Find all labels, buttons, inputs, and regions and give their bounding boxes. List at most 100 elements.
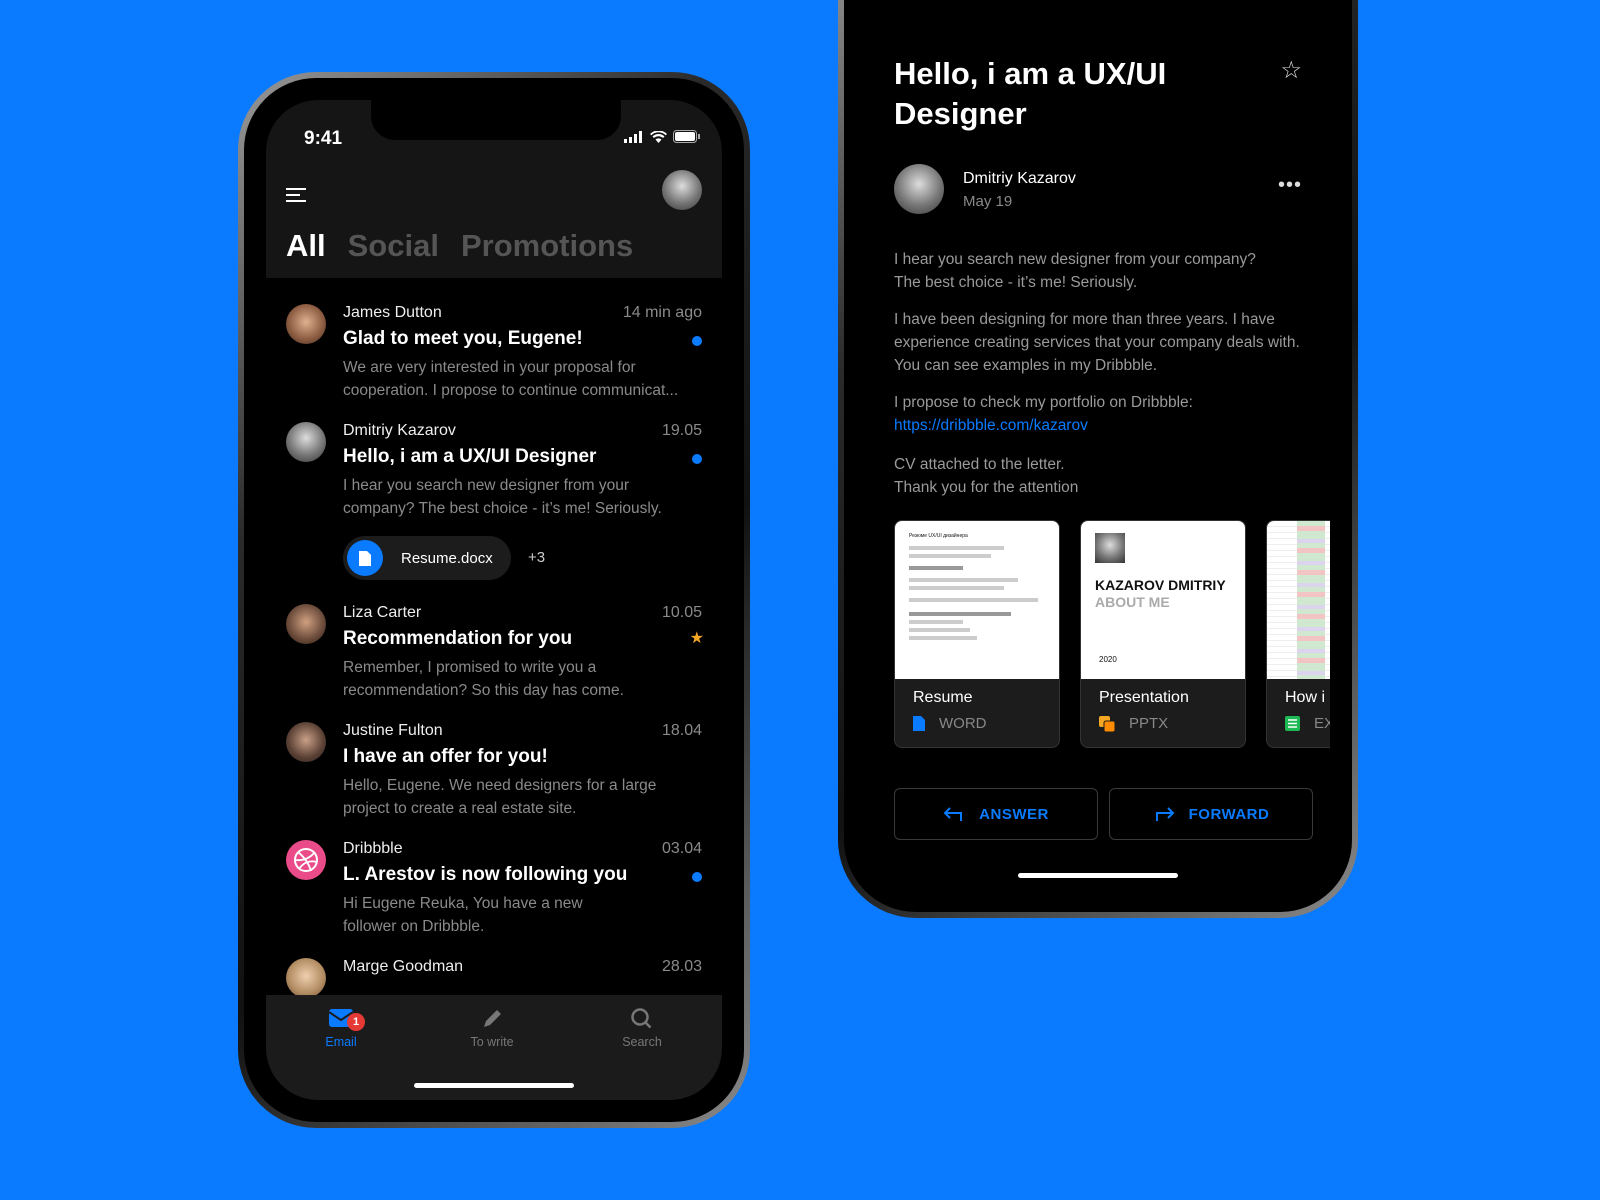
subject: Glad to meet you, Eugene! <box>343 328 583 349</box>
avatar <box>286 304 326 344</box>
search-icon <box>631 1008 652 1029</box>
thumb-year: 2020 <box>1099 655 1117 664</box>
clock: 9:41 <box>304 128 343 149</box>
unread-badge: 1 <box>347 1013 365 1031</box>
spreadsheet-thumbnail <box>1267 521 1330 679</box>
email-item[interactable]: Dribbble 03.04 L. Arestov is now followi… <box>266 814 722 935</box>
phone-inbox: 9:41 All Social Promotions James Dutton … <box>238 72 750 1128</box>
subject: Hello, i am a UX/UI Designer <box>343 446 597 467</box>
attachment-chip[interactable]: Resume.docx <box>343 536 511 580</box>
attachment-card-presentation[interactable]: KAZAROV DMITRIY ABOUT ME 2020 Presentati… <box>1080 520 1246 748</box>
avatar <box>286 958 326 998</box>
attachment-type: WORD <box>939 715 987 732</box>
spreadsheet-icon <box>1285 716 1300 731</box>
inbox-header: All Social Promotions <box>266 170 722 278</box>
tab-label: Search <box>622 1035 662 1049</box>
battery-icon <box>673 130 700 143</box>
answer-button[interactable]: ANSWER <box>894 788 1098 840</box>
attachment-type: EX <box>1314 715 1330 732</box>
home-indicator <box>1018 873 1178 878</box>
attachment-card-spreadsheet[interactable]: How i EX <box>1266 520 1330 748</box>
dribbble-logo <box>286 840 326 880</box>
signal-icon <box>624 130 642 143</box>
unread-dot <box>692 336 702 346</box>
star-icon[interactable]: ★ <box>690 628 704 648</box>
email-item[interactable]: Justine Fulton 18.04 I have an offer for… <box>266 696 722 817</box>
tab-to-write[interactable]: To write <box>442 1007 542 1049</box>
email-item[interactable]: James Dutton 14 min ago Glad to meet you… <box>266 278 722 399</box>
forward-icon <box>1155 807 1175 821</box>
tab-all[interactable]: All <box>286 228 326 264</box>
date: 19.05 <box>661 422 702 439</box>
menu-icon[interactable] <box>286 184 306 206</box>
tab-social[interactable]: Social <box>348 228 439 264</box>
tab-search[interactable]: Search <box>592 1007 692 1049</box>
unread-dot <box>692 872 702 882</box>
attachments: Резюме UX/UI дизайнера Resume WORD KAZAR… <box>894 520 1330 748</box>
wifi-icon <box>650 130 667 143</box>
attachment-name: How i <box>1285 689 1326 706</box>
phone-email-detail: Hello, i am a UX/UI Designer ☆ Dmitriy K… <box>838 0 1358 918</box>
subject: Recommendation for you <box>343 628 573 649</box>
sender: Justine Fulton <box>343 722 443 739</box>
date: 03.04 <box>661 840 702 857</box>
attachment-name: Resume <box>913 689 973 706</box>
date: 28.03 <box>661 958 702 975</box>
sender-avatar <box>894 164 944 214</box>
forward-button[interactable]: FORWARD <box>1109 788 1313 840</box>
sender: Dribbble <box>343 840 403 857</box>
portfolio-link[interactable]: https://dribbble.com/kazarov <box>894 414 1324 437</box>
notch <box>371 100 621 140</box>
subject: L. Arestov is now following you <box>343 864 628 885</box>
document-icon <box>347 540 383 576</box>
presentation-thumbnail: KAZAROV DMITRIY ABOUT ME 2020 <box>1081 521 1245 679</box>
preview: I hear you search new designer from your… <box>343 477 662 517</box>
unread-dot <box>692 454 702 464</box>
subject: I have an offer for you! <box>343 746 548 767</box>
attachment-name: Presentation <box>1099 689 1189 706</box>
thumb-photo <box>1095 533 1125 563</box>
sender: Marge Goodman <box>343 958 464 975</box>
tab-label: To write <box>470 1035 514 1049</box>
more-attachments[interactable]: +3 <box>528 549 545 566</box>
attachment-type: PPTX <box>1129 715 1169 732</box>
email-item[interactable]: Dmitriy Kazarov 19.05 Hello, i am a UX/U… <box>266 396 722 580</box>
attachment-card-resume[interactable]: Резюме UX/UI дизайнера Resume WORD <box>894 520 1060 748</box>
body-paragraph: Thank you for the attention <box>894 479 1079 496</box>
thumb-title: KAZAROV DMITRIY <box>1095 577 1226 593</box>
button-label: FORWARD <box>1188 805 1270 823</box>
sender: James Dutton <box>343 304 442 321</box>
pencil-icon <box>484 1010 501 1027</box>
tab-label: Email <box>325 1035 357 1049</box>
avatar <box>286 604 326 644</box>
avatar <box>286 722 326 762</box>
body-paragraph: I have been designing for more than thre… <box>894 311 1300 374</box>
email-date: May 19 <box>963 193 1013 210</box>
body-paragraph: I hear you search new designer from your… <box>894 251 1256 291</box>
button-label: ANSWER <box>979 805 1049 823</box>
sender: Dmitriy Kazarov <box>343 422 456 439</box>
pptx-file-icon <box>1099 715 1115 732</box>
date: 18.04 <box>661 722 702 739</box>
avatar <box>286 422 326 462</box>
reply-icon <box>943 807 963 821</box>
thumb-subtitle: ABOUT ME <box>1095 594 1170 610</box>
thumb-text: Резюме UX/UI дизайнера <box>909 533 968 539</box>
category-tabs: All Social Promotions <box>286 228 633 264</box>
email-list: James Dutton 14 min ago Glad to meet you… <box>266 278 722 1100</box>
word-file-icon <box>913 716 925 731</box>
tab-bar: 1 Email To write Search <box>266 995 722 1100</box>
sender: Liza Carter <box>343 604 422 621</box>
tab-promotions[interactable]: Promotions <box>461 228 633 264</box>
user-avatar[interactable] <box>662 170 702 210</box>
star-icon[interactable]: ☆ <box>1280 56 1302 85</box>
email-title: Hello, i am a UX/UI Designer <box>894 56 1167 131</box>
date: 14 min ago <box>622 304 702 321</box>
attachment-name: Resume.docx <box>401 549 493 567</box>
email-item[interactable]: Liza Carter 10.05 Recommendation for you… <box>266 578 722 699</box>
body-paragraph: CV attached to the letter. <box>894 456 1065 473</box>
date: 10.05 <box>661 604 702 621</box>
home-indicator <box>414 1083 574 1088</box>
more-icon[interactable]: ••• <box>1278 174 1302 197</box>
tab-email[interactable]: 1 Email <box>291 1007 391 1049</box>
